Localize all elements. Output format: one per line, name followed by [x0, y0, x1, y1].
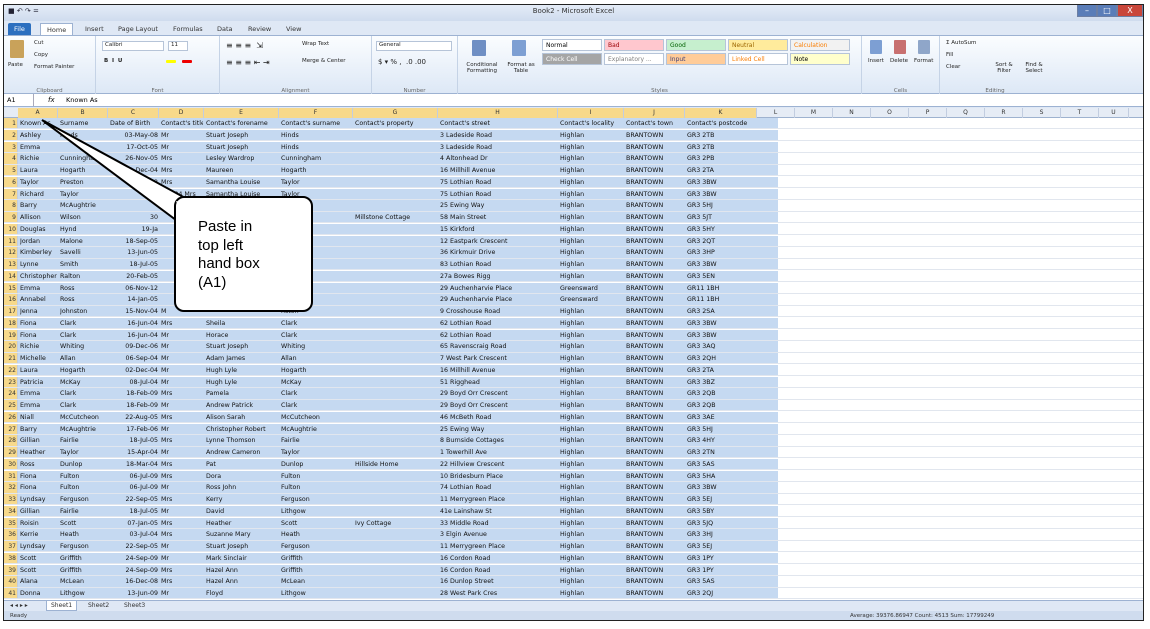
callout-join — [176, 201, 197, 222]
